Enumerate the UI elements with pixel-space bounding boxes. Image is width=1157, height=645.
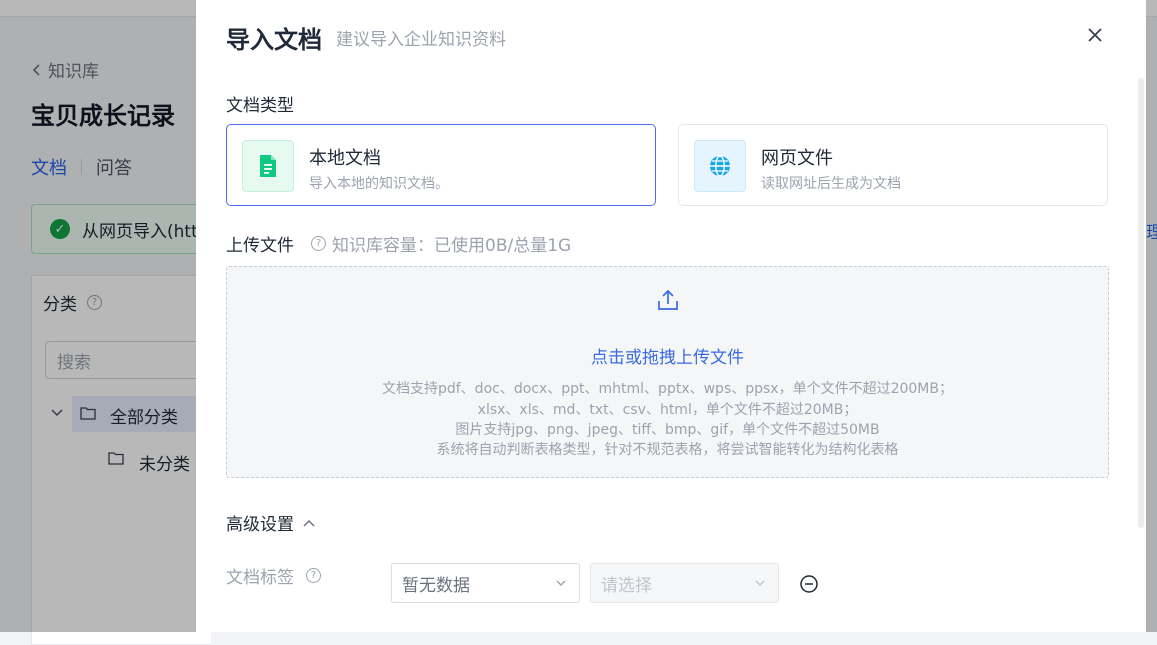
question-circle-icon[interactable]: ? bbox=[311, 236, 326, 251]
chevron-up-icon bbox=[303, 519, 315, 527]
modal-subtitle: 建议导入企业知识资料 bbox=[336, 30, 506, 50]
tag-group-select-value: 暂无数据 bbox=[402, 575, 470, 596]
chevron-down-icon bbox=[556, 580, 566, 586]
tag-group-select[interactable]: 暂无数据 bbox=[391, 563, 580, 603]
import-document-modal: 导入文档 建议导入企业知识资料 文档类型 本地文档 导入本地的知识文档。 网页文… bbox=[196, 0, 1146, 632]
doc-tag-label: 文档标签 bbox=[226, 568, 294, 588]
upload-label: 上传文件 bbox=[226, 236, 294, 256]
question-circle-icon[interactable]: ? bbox=[306, 568, 321, 583]
chevron-down-icon bbox=[755, 580, 765, 586]
advanced-settings-toggle[interactable]: 高级设置 bbox=[226, 510, 316, 535]
type-card-desc: 读取网址后生成为文档 bbox=[761, 176, 901, 192]
upload-rule-line: 文档支持pdf、doc、docx、ppt、mhtml、pptx、wps、ppsx… bbox=[381, 381, 953, 397]
capacity-text: 知识库容量：已使用0B/总量1G bbox=[332, 236, 572, 256]
upload-rule-line: 图片支持jpg、png、jpeg、tiff、bmp、gif，单个文件不超过50M… bbox=[455, 422, 880, 438]
type-card-web[interactable]: 网页文件 读取网址后生成为文档 bbox=[678, 124, 1108, 206]
globe-icon-box bbox=[694, 140, 746, 192]
doc-type-label: 文档类型 bbox=[226, 96, 294, 116]
advanced-settings-label: 高级设置 bbox=[226, 515, 294, 535]
type-card-desc: 导入本地的知识文档。 bbox=[309, 176, 449, 192]
tag-value-select: 请选择 bbox=[590, 563, 779, 603]
upload-dropzone[interactable]: 点击或拖拽上传文件 文档支持pdf、doc、docx、ppt、mhtml、ppt… bbox=[226, 266, 1109, 478]
upload-icon bbox=[658, 289, 678, 310]
document-icon-box bbox=[242, 140, 294, 192]
globe-icon bbox=[710, 155, 730, 177]
type-card-title: 网页文件 bbox=[761, 148, 833, 169]
upload-rule-line: xlsx、xls、md、txt、csv、html，单个文件不超过20MB； bbox=[477, 402, 858, 418]
capacity-info: ? 知识库容量：已使用0B/总量1G bbox=[311, 231, 571, 256]
document-icon bbox=[260, 155, 276, 177]
upload-rule-line: 系统将自动判断表格类型，针对不规范表格，将尝试智能转化为结构化表格 bbox=[436, 442, 899, 458]
type-card-title: 本地文档 bbox=[309, 148, 381, 169]
upload-main-text[interactable]: 点击或拖拽上传文件 bbox=[227, 343, 1108, 368]
type-card-local[interactable]: 本地文档 导入本地的知识文档。 bbox=[226, 124, 656, 206]
tag-value-select-placeholder: 请选择 bbox=[601, 575, 652, 596]
modal-scrollbar[interactable] bbox=[1138, 78, 1144, 528]
close-icon[interactable] bbox=[1084, 24, 1106, 46]
minus-circle-icon[interactable] bbox=[799, 574, 819, 594]
modal-title: 导入文档 bbox=[226, 26, 322, 54]
doc-tag-label-row: 文档标签 ? bbox=[226, 563, 321, 588]
